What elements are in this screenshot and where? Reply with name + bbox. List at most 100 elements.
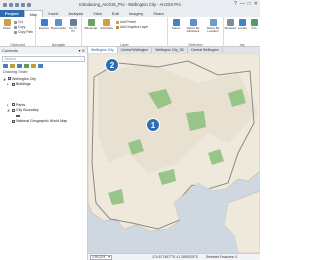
basemap-button[interactable]: Basemap xyxy=(84,19,98,30)
tab-share[interactable]: Share xyxy=(148,10,169,17)
close-button[interactable]: ✕ xyxy=(254,1,258,7)
layer-name: Buildings xyxy=(16,82,31,87)
selection-group-label: Selection xyxy=(188,42,203,47)
search-icon: ⌕ xyxy=(80,57,83,61)
basemap-icon xyxy=(87,19,95,26)
inquiry-group-label: Inq xyxy=(239,42,245,47)
layer-visibility-checkbox[interactable]: ✓ xyxy=(11,103,15,107)
add-preset-icon xyxy=(116,20,119,24)
bookmarks-button[interactable]: Bookmarks xyxy=(51,19,67,30)
locate-button[interactable]: Locate xyxy=(237,19,248,30)
select-by-location-icon xyxy=(209,19,217,26)
tab-analysis[interactable]: Analysis xyxy=(63,10,88,17)
bookmarks-label: Bookmarks xyxy=(51,26,67,30)
measure-button[interactable]: Measure xyxy=(225,19,236,30)
tab-view[interactable]: View xyxy=(88,10,107,17)
cut-button[interactable]: Cut xyxy=(14,20,23,24)
expand-icon[interactable]: ▸ xyxy=(7,82,10,86)
add-data-button[interactable]: Add Data xyxy=(100,19,113,30)
help-button[interactable]: ? xyxy=(234,1,237,7)
navigate-group-label: Navigate xyxy=(51,42,66,47)
select-icon xyxy=(172,19,180,26)
collapse-icon[interactable]: ◢ xyxy=(7,108,10,112)
tab-map[interactable]: Map xyxy=(23,10,44,17)
go-to-xy-icon xyxy=(69,19,77,26)
expand-icon[interactable]: ▸ xyxy=(7,103,10,107)
selected-features-count: Selected Features: 0 xyxy=(206,255,238,259)
pane-close-icon[interactable]: ▾ ✕ xyxy=(79,48,85,53)
select-by-attributes-button[interactable]: Select By Attributes xyxy=(184,19,202,33)
contents-search-input[interactable]: Search ⌕ xyxy=(2,56,85,62)
copy-button[interactable]: Copy xyxy=(14,25,25,29)
contents-search-placeholder: Search xyxy=(4,57,16,61)
add-preset-button[interactable]: Add Preset xyxy=(116,20,136,24)
layer-visibility-checkbox[interactable]: ✓ xyxy=(11,82,15,86)
tab-imagery[interactable]: Imagery xyxy=(124,10,148,17)
minimize-button[interactable]: — xyxy=(240,1,245,7)
ribbon-tab-bar: Project Map Insert Analysis View Edit Im… xyxy=(0,9,260,17)
go-to-xy-label: Go To XY xyxy=(69,26,77,34)
select-by-location-button[interactable]: Select By Location xyxy=(204,19,222,33)
copy-icon xyxy=(14,25,17,29)
layer-name: City Boundary xyxy=(16,108,39,113)
layer-visibility-checkbox[interactable]: ✓ xyxy=(11,108,15,112)
layer-group: Basemap Add Data Add Preset Add Graphics… xyxy=(82,17,168,47)
list-by-labeling-icon[interactable] xyxy=(38,64,43,68)
select-label: Select xyxy=(171,26,181,30)
layer-national-geographic-world-map[interactable]: ✓ National Geographic World Map xyxy=(0,119,87,125)
basemap-label: Basemap xyxy=(84,26,98,30)
boundary-symbol-swatch xyxy=(16,114,20,117)
layer-visibility-checkbox[interactable]: ✓ xyxy=(11,119,15,123)
list-by-data-source-icon[interactable] xyxy=(10,64,15,68)
ribbon: Paste Cut Copy Copy Path Clipboard Explo… xyxy=(0,17,260,47)
list-by-editing-icon[interactable] xyxy=(24,64,29,68)
collapse-icon[interactable]: ◢ xyxy=(3,77,6,81)
selection-group: Select Select By Attributes Select By Lo… xyxy=(168,17,224,47)
maximize-button[interactable]: □ xyxy=(248,1,251,7)
explore-button[interactable]: Explore xyxy=(38,19,50,30)
coordinate-readout: 174.6774577°E 41.2890378°S xyxy=(152,255,198,259)
paste-label: Paste xyxy=(3,26,11,30)
map-view[interactable]: 1 2 xyxy=(88,53,260,253)
tab-edit[interactable]: Edit xyxy=(107,10,124,17)
paste-button[interactable]: Paste xyxy=(2,19,12,30)
navigate-group: Explore Bookmarks Go To XY Navigate xyxy=(36,17,82,47)
explore-label: Explore xyxy=(38,26,50,30)
select-button[interactable]: Select xyxy=(170,19,182,30)
locate-label: Locate xyxy=(237,26,247,30)
layer-name: Wellington City xyxy=(12,76,36,81)
select-by-attributes-icon xyxy=(189,19,197,26)
cut-label: Cut xyxy=(18,20,23,24)
layer-name: Parks xyxy=(16,102,26,107)
layer-group-label: Layer xyxy=(120,42,129,47)
layer-visibility-checkbox[interactable]: ✓ xyxy=(7,77,11,81)
list-by-snapping-icon[interactable] xyxy=(31,64,36,68)
select-by-attributes-label: Select By Attributes xyxy=(186,26,200,34)
drawing-order-heading: Drawing Order xyxy=(3,70,28,74)
tab-insert[interactable]: Insert xyxy=(43,10,63,17)
add-preset-label: Add Preset xyxy=(120,20,136,24)
callout-1: 1 xyxy=(146,118,160,132)
list-by-drawing-order-icon[interactable] xyxy=(3,64,8,68)
infographics-icon xyxy=(250,19,258,26)
go-to-xy-button[interactable]: Go To XY xyxy=(67,19,79,33)
clipboard-group-label: Clipboard xyxy=(10,42,25,47)
cut-icon xyxy=(14,20,17,24)
paste-icon xyxy=(3,19,11,26)
contents-toolbar xyxy=(3,64,84,68)
map-canvas[interactable] xyxy=(88,53,260,253)
tab-project[interactable]: Project xyxy=(0,10,24,17)
measure-label: Measure xyxy=(224,26,237,30)
list-by-selection-icon[interactable] xyxy=(17,64,22,68)
clipboard-group: Paste Cut Copy Copy Path Clipboard xyxy=(0,17,36,47)
add-graphics-layer-button[interactable]: Add Graphics Layer xyxy=(116,25,148,29)
bookmarks-icon xyxy=(55,19,62,26)
explore-icon xyxy=(40,19,48,26)
map-scale-select[interactable]: 1:90,224 ▾ xyxy=(90,254,112,260)
add-data-icon xyxy=(103,19,110,26)
copy-path-button[interactable]: Copy Path xyxy=(14,30,33,34)
measure-icon xyxy=(227,19,234,26)
layer-name: National Geographic World Map xyxy=(16,119,68,124)
infographics-button[interactable]: Info xyxy=(249,19,259,30)
